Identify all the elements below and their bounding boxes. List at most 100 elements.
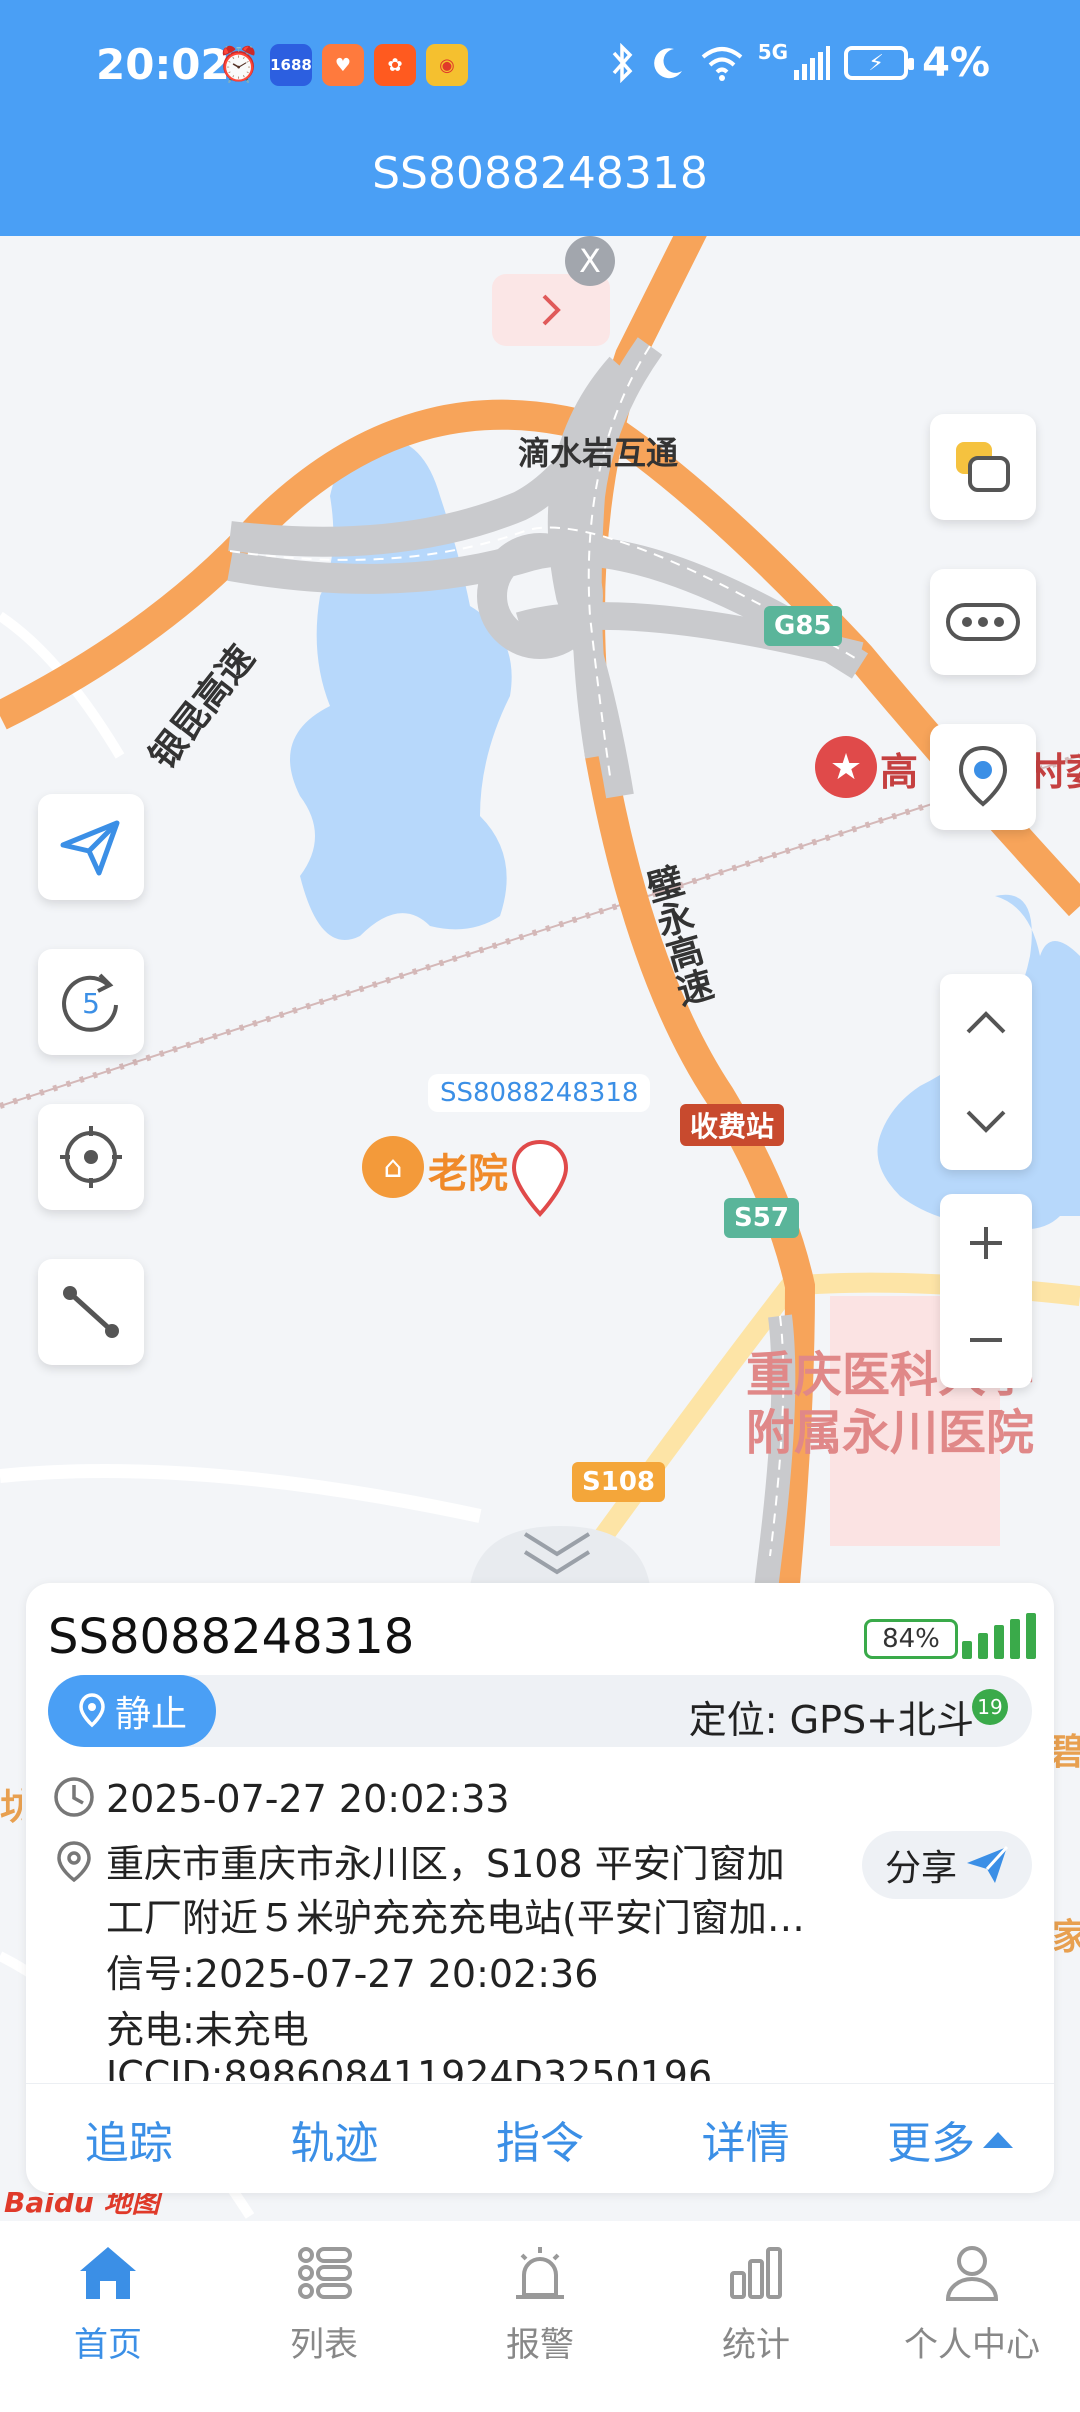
paper-plane-icon — [60, 820, 120, 876]
nav-stats-label: 统计 — [722, 2325, 790, 2365]
nav-home-label: 首页 — [74, 2325, 142, 2365]
device-info-card: SS8088248318 84% 静止 定位: GPS+北斗 19 2025-0… — [26, 1583, 1054, 2193]
zoom-in-icon[interactable] — [966, 1223, 1006, 1263]
details-button[interactable]: 详情 — [643, 2084, 849, 2193]
more-label: 更多 — [887, 2117, 976, 2169]
status-right: 5G ⚡ 4% — [610, 40, 990, 86]
app-kuaishou-icon: ✿ — [374, 44, 416, 86]
locate-me-button[interactable] — [38, 1104, 144, 1210]
triangle-up-icon — [983, 2131, 1014, 2148]
device-marker-label: SS8088248318 — [428, 1074, 651, 1112]
device-signal-icon — [962, 1613, 1036, 1659]
charging-status: 充电:未充电 — [106, 2008, 309, 2052]
close-button[interactable]: X — [565, 236, 615, 286]
poi-star-icon[interactable]: ★ — [815, 736, 877, 798]
history-route-button[interactable]: 轨迹 — [232, 2084, 438, 2193]
profile-icon — [945, 2246, 999, 2301]
shield-s57: S57 — [724, 1198, 799, 1238]
clock-icon — [54, 1777, 94, 1817]
location-pin-icon — [958, 745, 1008, 807]
status-time: 20:02 — [96, 40, 230, 89]
zoom-out-icon[interactable] — [966, 1320, 1006, 1360]
zoom-control — [940, 1194, 1032, 1388]
home-icon — [80, 2247, 136, 2299]
status-badge: 静止 — [48, 1675, 216, 1747]
bottom-navigation: 首页 列表 报警 统计 个人中心 — [0, 2221, 1080, 2412]
signal-time: 信号:2025-07-27 20:02:36 — [106, 1952, 599, 1996]
battery-icon: ⚡ — [844, 46, 915, 80]
history-route-label: 轨迹 — [290, 2117, 379, 2169]
share-button[interactable]: 分享 — [862, 1831, 1032, 1899]
iccid: ICCID:898608411924D3250196 — [106, 2053, 713, 2081]
status-bar: 20:02 ⏰ 1688 ♥ ✿ ◉ 5G ⚡ 4% — [0, 0, 1080, 135]
more-dots-icon — [946, 603, 1020, 641]
map-edge-label-right-2: 家 — [1052, 1917, 1080, 1958]
signal-icon — [794, 46, 831, 80]
nav-alarm[interactable]: 报警 — [432, 2221, 648, 2412]
nav-list[interactable]: 列表 — [216, 2221, 432, 2412]
device-id: SS8088248318 — [48, 1609, 415, 1665]
address-line-1: 重庆市重庆市永川区，S108 平安门窗加 — [106, 1842, 785, 1886]
track-button[interactable]: 追踪 — [26, 2084, 232, 2193]
app-header: 20:02 ⏰ 1688 ♥ ✿ ◉ 5G ⚡ 4% SS8088248318 — [0, 0, 1080, 236]
status-row: 静止 定位: GPS+北斗 19 — [48, 1675, 1032, 1747]
more-button[interactable]: 更多 — [848, 2084, 1054, 2193]
track-label: 追踪 — [84, 2117, 173, 2169]
chevron-up-icon[interactable] — [964, 1008, 1008, 1038]
list-icon — [298, 2247, 352, 2299]
alarm-icon: ⏰ — [217, 45, 261, 85]
poi-old-courtyard-icon[interactable]: ⌂ — [362, 1136, 424, 1198]
satellite-count: 19 — [972, 1689, 1008, 1725]
stats-icon — [730, 2247, 782, 2299]
share-label: 分享 — [884, 1848, 957, 1889]
device-location-pin-icon[interactable] — [510, 1138, 570, 1218]
map-layer-button[interactable] — [930, 414, 1036, 520]
status-app-icons: ⏰ 1688 ♥ ✿ ◉ — [218, 44, 468, 86]
nav-profile-label: 个人中心 — [904, 2325, 1040, 2365]
app-weibo-icon: ◉ — [426, 44, 468, 86]
poi-star-label: 高 — [880, 750, 919, 794]
nav-alarm-label: 报警 — [506, 2325, 574, 2365]
command-button[interactable]: 指令 — [437, 2084, 643, 2193]
location-marker-icon — [79, 1693, 105, 1728]
chevron-down-icon[interactable] — [964, 1106, 1008, 1136]
device-battery-badge: 84% — [864, 1619, 958, 1659]
map-label-interchange: 滴水岩互通 — [518, 434, 679, 472]
page-title: SS8088248318 — [372, 148, 708, 199]
poi-old-courtyard-label: 老院 — [428, 1151, 508, 1197]
layers-icon — [956, 442, 1010, 492]
details-label: 详情 — [701, 2117, 790, 2169]
nav-stats[interactable]: 统计 — [648, 2221, 864, 2412]
route-line-icon — [63, 1286, 119, 1338]
network-type: 5G — [757, 40, 789, 64]
moon-icon — [653, 48, 682, 79]
action-bar: 追踪 轨迹 指令 详情 更多 — [26, 2083, 1054, 2193]
wifi-icon — [701, 47, 743, 81]
map-edge-label-left: 坊方 — [0, 1787, 22, 1828]
nav-profile[interactable]: 个人中心 — [864, 2221, 1080, 2412]
refresh-icon: 5 — [62, 973, 118, 1032]
address-pin-icon — [57, 1841, 91, 1883]
nav-list-label: 列表 — [290, 2325, 358, 2365]
device-location-button[interactable] — [930, 724, 1036, 830]
location-type: 定位: GPS+北斗 — [688, 1698, 974, 1742]
app-1688-icon: 1688 — [270, 44, 312, 86]
status-label: 静止 — [114, 1694, 187, 1735]
more-options-button[interactable] — [930, 569, 1036, 675]
replay-button[interactable]: 5 — [38, 949, 144, 1055]
nav-home[interactable]: 首页 — [0, 2221, 216, 2412]
replay-count: 5 — [82, 987, 100, 1020]
alarm-bell-icon — [516, 2247, 564, 2299]
shield-s108: S108 — [572, 1462, 665, 1502]
hospital-label-line2: 附属永川医院 — [746, 1405, 1035, 1461]
bluetooth-icon — [612, 43, 633, 83]
address-line-2: 工厂附近５米驴充充充电站(平安门窗加… — [106, 1896, 805, 1940]
navigate-button[interactable] — [38, 794, 144, 900]
battery-level: 4% — [922, 40, 990, 86]
toll-station-label: 收费站 — [680, 1104, 785, 1146]
crosshair-icon — [60, 1126, 122, 1188]
chevron-right-icon — [542, 294, 561, 326]
app-heart-icon: ♥ — [322, 44, 364, 86]
measure-route-button[interactable] — [38, 1259, 144, 1365]
pan-control — [940, 974, 1032, 1170]
